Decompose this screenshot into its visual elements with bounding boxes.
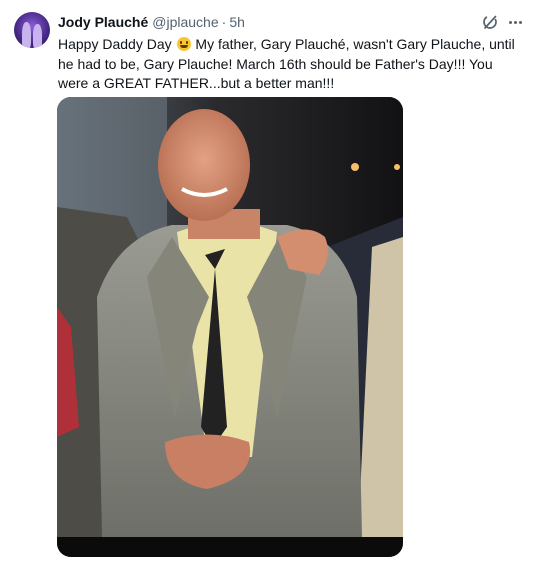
more-options-icon[interactable] — [505, 13, 525, 31]
post-photo[interactable] — [57, 97, 403, 557]
author-avatar[interactable] — [14, 12, 50, 48]
post-text-start: Happy Daddy Day — [58, 36, 172, 52]
post-timestamp[interactable]: 5h — [229, 14, 245, 30]
grinning-face-emoji — [176, 37, 191, 51]
header-separator: · — [221, 14, 227, 30]
tweet-post[interactable]: Jody Plauché @jplauche · 5h Happy Daddy … — [0, 0, 534, 563]
photo-illustration — [57, 97, 403, 557]
post-header: Jody Plauché @jplauche · 5h — [58, 13, 245, 31]
post-text: Happy Daddy Day My father, Gary Plauché,… — [58, 35, 526, 94]
author-handle[interactable]: @jplauche — [152, 14, 218, 30]
grok-icon[interactable] — [481, 13, 499, 31]
author-name[interactable]: Jody Plauché — [58, 14, 148, 30]
